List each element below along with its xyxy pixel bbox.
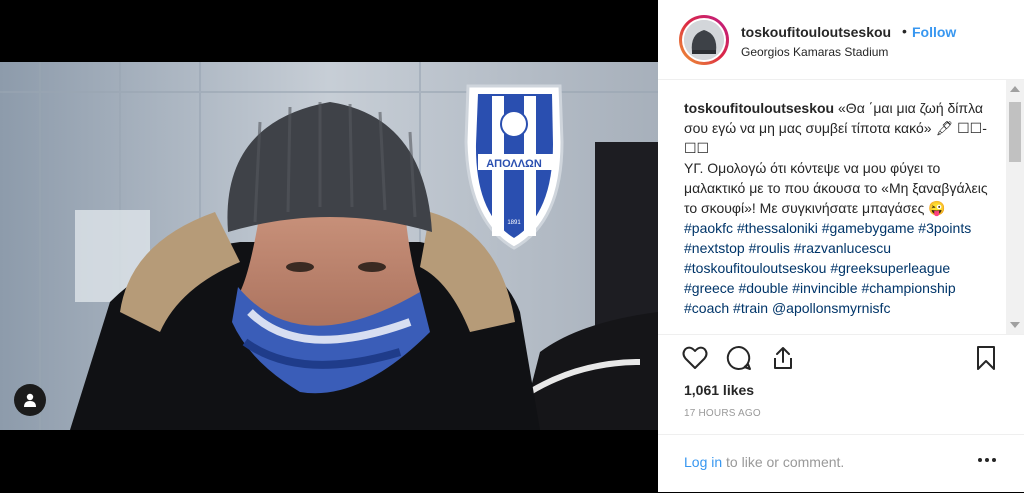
hashtag[interactable]: #invincible — [792, 280, 857, 296]
hashtag[interactable]: #nextstop — [684, 240, 745, 256]
mention[interactable]: @apollonsmyrnisfc — [772, 300, 890, 316]
hashtag[interactable]: #coach — [684, 300, 729, 316]
avatar[interactable] — [684, 20, 724, 60]
post-side-panel: toskoufitouloutseskou • Follow Georgios … — [658, 0, 1024, 492]
header-separator: • — [902, 23, 907, 39]
comment-icon[interactable] — [724, 343, 754, 373]
post-media: ΑΠΟΛΛΩΝ 1891 — [0, 0, 658, 492]
location-link[interactable]: Georgios Kamaras Stadium — [741, 45, 888, 59]
comments-area[interactable]: toskoufitouloutseskou «Θα ΄μαι μια ζωή δ… — [658, 80, 1024, 335]
hashtag[interactable]: #roulis — [749, 240, 790, 256]
caption-scrollbar[interactable] — [1006, 80, 1024, 334]
scroll-down-icon[interactable] — [1010, 322, 1020, 328]
photo-scene: ΑΠΟΛΛΩΝ 1891 — [0, 62, 658, 430]
post-timestamp[interactable]: 17 HOURS AGO — [684, 408, 761, 419]
hashtag[interactable]: #paokfc — [684, 220, 733, 236]
hashtag[interactable]: #double — [738, 280, 788, 296]
avatar-frame — [682, 18, 726, 62]
bookmark-icon-glyph — [977, 346, 995, 370]
share-icon-glyph — [774, 347, 792, 369]
login-text: Log in to like or comment. — [684, 454, 844, 470]
more-dots-icon[interactable] — [976, 449, 998, 471]
post-header: toskoufitouloutseskou • Follow Georgios … — [658, 0, 1024, 80]
avatar-story-ring[interactable] — [679, 15, 729, 65]
more-dots-glyph — [978, 458, 996, 462]
hashtag[interactable]: #3points — [918, 220, 971, 236]
caption-text-2: ΥΓ. Ομολογώ ότι κόντεψε να μου φύγει το … — [684, 160, 988, 216]
share-icon[interactable] — [768, 343, 798, 373]
heart-icon-glyph — [682, 346, 708, 369]
hashtag[interactable]: #gamebygame — [822, 220, 915, 236]
heart-icon[interactable] — [680, 343, 710, 373]
header-username[interactable]: toskoufitouloutseskou — [741, 24, 891, 40]
photo-sign-text: ΑΠΟΛΛΩΝ — [486, 158, 542, 170]
follow-button[interactable]: Follow — [912, 24, 956, 40]
hashtag[interactable]: #train — [733, 300, 768, 316]
bookmark-icon[interactable] — [971, 343, 1001, 373]
like-count[interactable]: 1,061 likes — [684, 382, 754, 398]
caption-username[interactable]: toskoufitouloutseskou — [684, 100, 834, 116]
hashtag[interactable]: #greece — [684, 280, 735, 296]
hashtag[interactable]: #razvanlucescu — [794, 240, 891, 256]
caption: toskoufitouloutseskou «Θα ΄μαι μια ζωή δ… — [684, 98, 989, 318]
avatar-image — [684, 20, 724, 60]
photo-sign-year: 1891 — [507, 220, 521, 226]
person-icon-glyph — [24, 393, 36, 407]
scroll-up-icon[interactable] — [1010, 86, 1020, 92]
hashtag[interactable]: #toskoufitouloutseskou — [684, 260, 826, 276]
hashtag[interactable]: #greeksuperleague — [830, 260, 950, 276]
post-photo[interactable]: ΑΠΟΛΛΩΝ 1891 — [0, 62, 658, 430]
login-link[interactable]: Log in — [684, 454, 722, 470]
action-bar — [658, 335, 1024, 381]
scroll-thumb[interactable] — [1009, 102, 1021, 162]
login-prompt: Log in to like or comment. — [658, 434, 1024, 493]
hashtag[interactable]: #championship — [861, 280, 955, 296]
comment-icon-glyph — [726, 345, 751, 370]
hashtag[interactable]: #thessaloniki — [737, 220, 818, 236]
person-icon[interactable] — [14, 384, 46, 416]
instagram-post-modal: ΑΠΟΛΛΩΝ 1891 toskoufitouloutseskou • Fol… — [0, 0, 1024, 492]
login-rest: to like or comment. — [722, 454, 845, 470]
